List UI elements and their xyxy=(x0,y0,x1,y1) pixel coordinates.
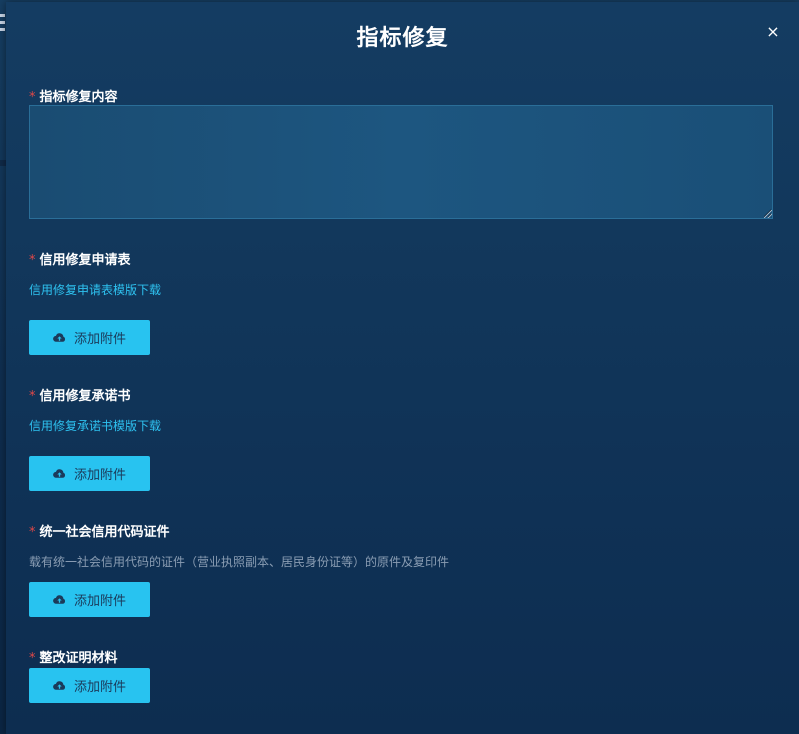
commitment-letter-label-text: 信用修复承诺书 xyxy=(39,389,131,404)
application-form-label-text: 信用修复申请表 xyxy=(39,253,131,268)
commitment-letter-label: * 信用修复承诺书 xyxy=(29,385,131,404)
repair-dialog: 指标修复 × * 指标修复内容 * 信用修复申请表 信用修复申请表模版下载 添加附件… xyxy=(6,2,799,734)
credit-code-certificate-label-text: 统一社会信用代码证件 xyxy=(39,525,170,540)
rectification-proof-label: * 整改证明材料 xyxy=(29,647,118,666)
required-mark: * xyxy=(29,389,36,404)
credit-code-certificate-upload-button[interactable]: 添加附件 xyxy=(29,582,150,617)
cloud-upload-icon xyxy=(53,468,66,478)
cloud-upload-icon xyxy=(53,594,66,604)
credit-code-certificate-label: * 统一社会信用代码证件 xyxy=(29,521,170,540)
dialog-title: 指标修复 xyxy=(356,26,449,51)
upload-button-label: 添加附件 xyxy=(73,680,126,695)
required-mark: * xyxy=(29,253,36,268)
rectification-proof-label-text: 整改证明材料 xyxy=(39,651,118,666)
hamburger-menu-icon[interactable] xyxy=(0,14,5,36)
repair-content-label: * 指标修复内容 xyxy=(29,86,118,105)
required-mark: * xyxy=(29,651,36,666)
upload-button-label: 添加附件 xyxy=(73,468,126,483)
cloud-upload-icon xyxy=(53,332,66,342)
cloud-upload-icon xyxy=(53,680,66,690)
required-mark: * xyxy=(29,90,36,105)
application-form-label: * 信用修复申请表 xyxy=(29,249,131,268)
resize-handle[interactable] xyxy=(764,210,772,218)
rectification-proof-upload-button[interactable]: 添加附件 xyxy=(29,668,150,703)
upload-button-label: 添加附件 xyxy=(73,594,126,609)
credit-code-certificate-hint: 载有统一社会信用代码的证件（营业执照副本、居民身份证等）的原件及复印件 xyxy=(29,555,450,569)
commitment-letter-upload-button[interactable]: 添加附件 xyxy=(29,456,150,491)
upload-button-label: 添加附件 xyxy=(73,332,126,347)
repair-content-textarea[interactable] xyxy=(29,105,773,219)
required-mark: * xyxy=(29,525,36,540)
close-icon[interactable]: × xyxy=(763,22,783,42)
repair-content-label-text: 指标修复内容 xyxy=(39,90,118,105)
application-form-template-link[interactable]: 信用修复申请表模版下载 xyxy=(29,281,161,298)
commitment-letter-template-link[interactable]: 信用修复承诺书模版下载 xyxy=(29,417,161,434)
application-form-upload-button[interactable]: 添加附件 xyxy=(29,320,150,355)
